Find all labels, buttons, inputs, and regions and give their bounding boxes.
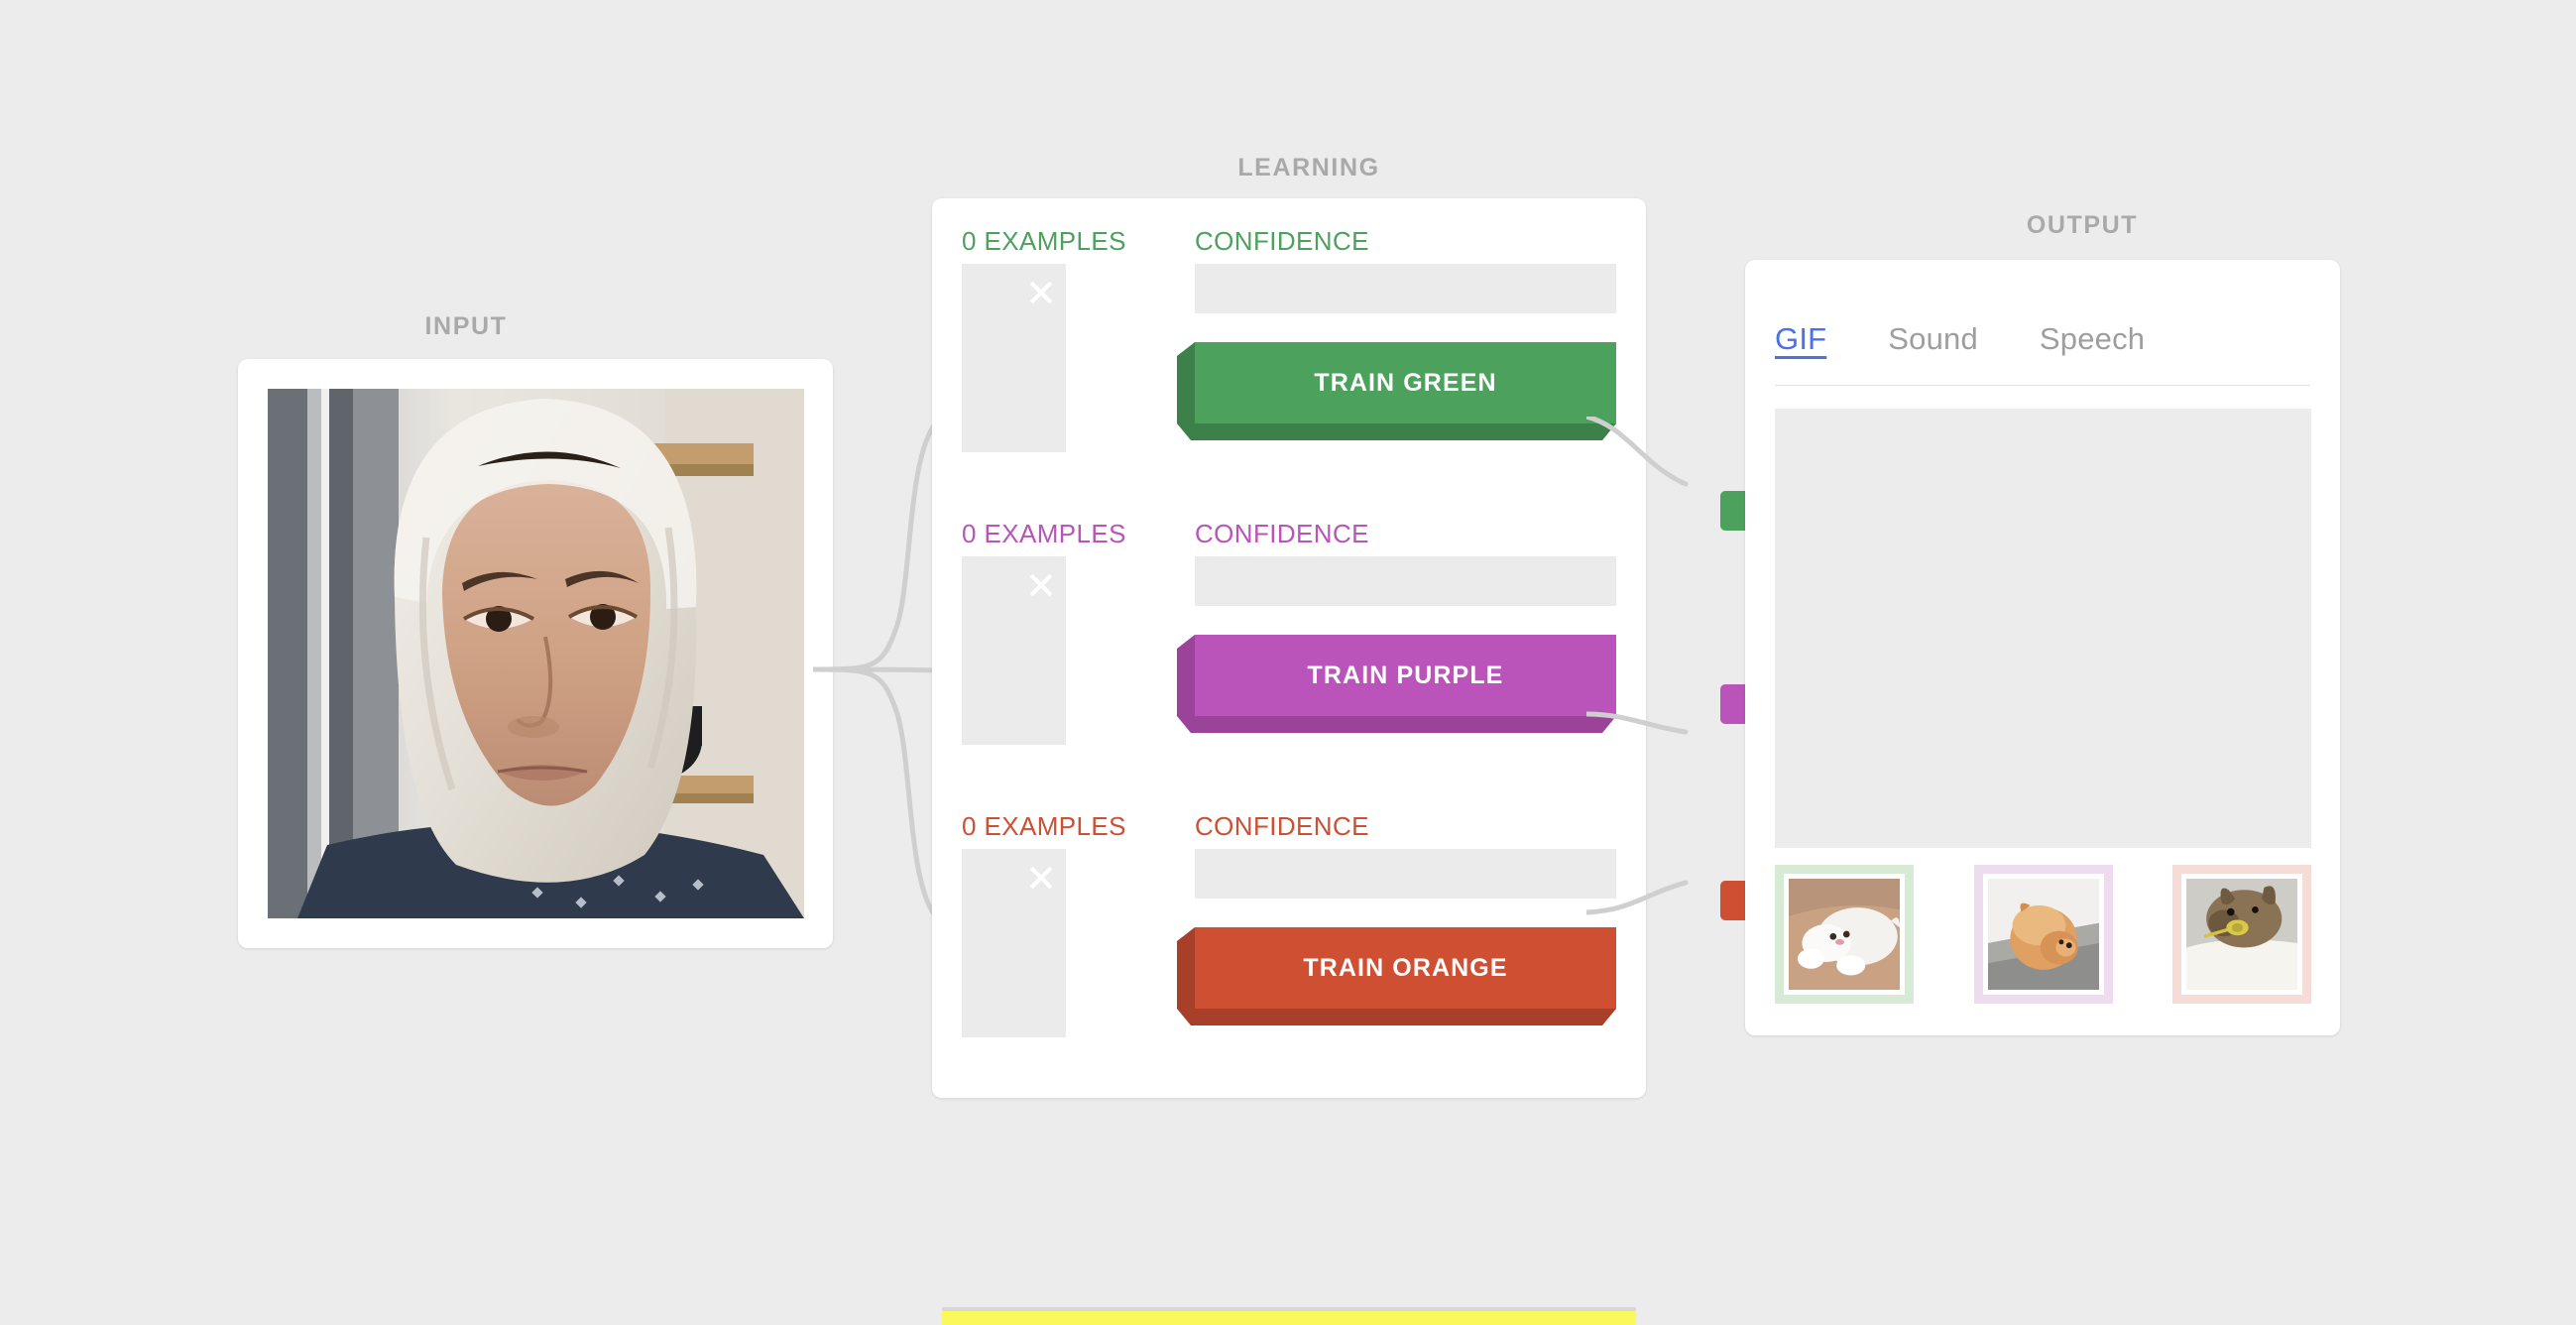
button-bevel-left — [1177, 342, 1195, 423]
confidence-label-orange: CONFIDENCE — [1195, 811, 1369, 841]
examples-count-orange: 0 EXAMPLES — [962, 811, 1126, 841]
example-thumbnail-orange — [962, 849, 1066, 1037]
tab-gif[interactable]: GIF — [1775, 321, 1826, 361]
confidence-label-purple: CONFIDENCE — [1195, 519, 1369, 548]
orange-pomeranian-image — [1987, 879, 2099, 990]
tab-speech[interactable]: Speech — [2040, 321, 2145, 361]
webcam-image — [268, 389, 804, 918]
close-x-icon-orange[interactable] — [1020, 857, 1062, 899]
button-bevel-left — [1177, 635, 1195, 716]
button-bevel-bottom — [1177, 716, 1616, 733]
close-x-icon-purple[interactable] — [1020, 564, 1062, 606]
train-orange-button-label: TRAIN ORANGE — [1303, 954, 1508, 982]
class-tab-purple[interactable] — [1720, 684, 1746, 724]
brown-bunny-image — [2186, 879, 2297, 990]
examples-count-purple: 0 EXAMPLES — [962, 519, 1126, 548]
gif-thumbnail-strip — [1775, 865, 2311, 1004]
bottom-progress-strip — [942, 1307, 1636, 1325]
confidence-bar-green — [1195, 264, 1616, 313]
examples-count-green: 0 EXAMPLES — [962, 226, 1126, 256]
button-bevel-bottom — [1177, 423, 1616, 440]
class-tab-green[interactable] — [1720, 491, 1746, 531]
train-purple-button[interactable]: TRAIN PURPLE — [1177, 635, 1616, 716]
output-section-label: OUTPUT — [2026, 211, 2139, 239]
train-green-button[interactable]: TRAIN GREEN — [1177, 342, 1616, 423]
train-green-button-label: TRAIN GREEN — [1314, 369, 1497, 397]
confidence-bar-purple — [1195, 556, 1616, 606]
webcam-preview[interactable] — [268, 389, 804, 918]
gif-preview-area[interactable] — [1775, 409, 2311, 848]
class-tab-orange[interactable] — [1720, 881, 1746, 920]
train-purple-button-label: TRAIN PURPLE — [1307, 662, 1504, 689]
button-bevel-left — [1177, 927, 1195, 1009]
example-thumbnail-purple — [962, 556, 1066, 745]
white-cat-image — [1789, 879, 1900, 990]
example-thumbnail-green — [962, 264, 1066, 452]
teachable-machine-app: INPUT LEARNING 0 EXAMPLES CONFIDENCE TRA… — [0, 0, 2576, 1325]
tab-sound[interactable]: Sound — [1888, 321, 1978, 361]
learning-panel: 0 EXAMPLES CONFIDENCE TRAIN GREEN 0 EXAM… — [932, 198, 1646, 1098]
input-section-label: INPUT — [424, 312, 508, 340]
white-cat-gif-thumbnail[interactable] — [1775, 865, 1914, 1004]
brown-bunny-gif-thumbnail[interactable] — [2172, 865, 2311, 1004]
orange-pomeranian-gif-thumbnail[interactable] — [1973, 865, 2113, 1004]
learning-section-label: LEARNING — [1237, 154, 1380, 181]
train-orange-button[interactable]: TRAIN ORANGE — [1177, 927, 1616, 1009]
confidence-bar-orange — [1195, 849, 1616, 899]
close-x-icon-green[interactable] — [1020, 272, 1062, 313]
output-tabs: GIF Sound Speech — [1775, 298, 2310, 386]
button-bevel-bottom — [1177, 1009, 1616, 1025]
confidence-label-green: CONFIDENCE — [1195, 226, 1369, 256]
